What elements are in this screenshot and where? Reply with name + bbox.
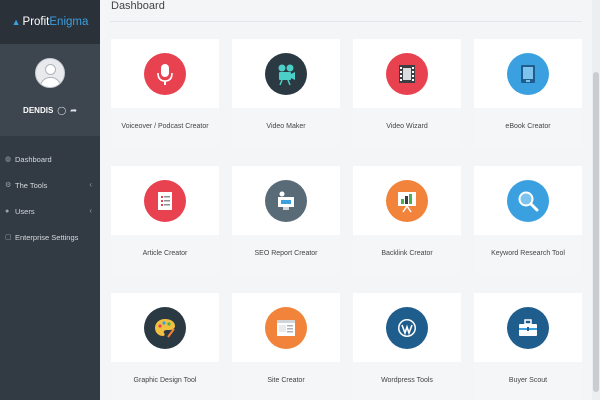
sidebar-item-label: Enterprise Settings <box>15 232 79 242</box>
sidebar-item-label: The Tools <box>15 180 48 190</box>
card-icon-area <box>232 166 340 235</box>
user-row: DENDIS ◯ ➦ <box>0 106 100 115</box>
card-icon-area <box>232 293 340 362</box>
sidebar-item-users[interactable]: ● Users ‹ <box>0 198 100 224</box>
users-icon: ● <box>5 207 10 215</box>
card-label: SEO Report Creator <box>254 250 318 257</box>
tool-card-wordpress[interactable]: Wordpress Tools <box>353 293 461 400</box>
user-panel <box>0 44 100 136</box>
card-label: Keyword Research Tool <box>491 250 565 257</box>
page-title: Dashboard <box>111 0 165 12</box>
tool-card-ebook[interactable]: eBook Creator <box>474 39 582 147</box>
card-icon-area <box>474 166 582 235</box>
chevron-left-icon: ‹ <box>89 180 92 189</box>
browser-window-icon <box>265 307 307 349</box>
sidebar-nav: ◍ Dashboard ⚙ The Tools ‹ ● Users ‹ ▢ En… <box>0 146 100 250</box>
card-label: Buyer Scout <box>508 377 548 384</box>
scrollbar[interactable] <box>592 0 600 400</box>
bulb-icon[interactable]: ◯ <box>57 106 66 115</box>
card-label: Video Maker <box>266 123 306 130</box>
card-label: Voiceover / Podcast Creator <box>121 123 209 130</box>
card-icon-area <box>353 166 461 235</box>
card-icon-area <box>353 39 461 108</box>
avatar-body-shape <box>40 77 61 87</box>
checklist-icon <box>144 180 186 222</box>
card-label: Video Wizard <box>386 123 428 130</box>
tool-card-graphic-design[interactable]: Graphic Design Tool <box>111 293 219 400</box>
card-icon-area <box>353 293 461 362</box>
main-content: Dashboard Voiceover / Podcast Creator Vi… <box>100 0 600 400</box>
flame-icon: ▲ <box>11 17 21 27</box>
ebook-icon <box>507 53 549 95</box>
avatar-head-shape <box>45 64 56 75</box>
sidebar-item-enterprise-settings[interactable]: ▢ Enterprise Settings <box>0 224 100 250</box>
video-camera-icon <box>265 53 307 95</box>
palette-icon <box>144 307 186 349</box>
film-strip-icon <box>386 53 428 95</box>
settings-icon: ▢ <box>5 234 12 241</box>
seo-report-icon <box>265 180 307 222</box>
sidebar: ▲ Profit Enigma DENDIS ◯ ➦ ◍ Dashboard ⚙ … <box>0 0 100 400</box>
title-divider <box>110 21 582 22</box>
logout-icon[interactable]: ➦ <box>70 106 77 115</box>
magnifier-icon <box>507 180 549 222</box>
tool-card-video-maker[interactable]: Video Maker <box>232 39 340 147</box>
card-label: Site Creator <box>267 377 305 384</box>
scrollbar-thumb[interactable] <box>593 72 599 392</box>
sidebar-item-label: Users <box>15 206 35 216</box>
card-label: Wordpress Tools <box>381 377 433 384</box>
card-label: Graphic Design Tool <box>133 377 197 384</box>
tool-card-seo-report[interactable]: SEO Report Creator <box>232 166 340 274</box>
card-icon-area <box>111 39 219 108</box>
brand-name-part2: Enigma <box>49 16 89 28</box>
sidebar-item-label: Dashboard <box>15 154 52 164</box>
briefcase-icon <box>507 307 549 349</box>
tool-card-site-creator[interactable]: Site Creator <box>232 293 340 400</box>
microphone-icon <box>144 53 186 95</box>
chart-board-icon <box>386 180 428 222</box>
tool-card-keyword-research[interactable]: Keyword Research Tool <box>474 166 582 274</box>
sidebar-item-dashboard[interactable]: ◍ Dashboard <box>0 146 100 172</box>
brand-name-part1: Profit <box>22 16 50 28</box>
avatar[interactable] <box>35 58 65 88</box>
brand-logo[interactable]: ▲ Profit Enigma <box>0 0 100 44</box>
tool-card-backlink[interactable]: Backlink Creator <box>353 166 461 274</box>
tool-card-article[interactable]: Article Creator <box>111 166 219 274</box>
card-icon-area <box>111 166 219 235</box>
card-icon-area <box>232 39 340 108</box>
chevron-left-icon: ‹ <box>89 206 92 215</box>
gauge-icon: ◍ <box>5 156 12 163</box>
card-icon-area <box>111 293 219 362</box>
user-name: DENDIS <box>23 106 54 115</box>
card-icon-area <box>474 293 582 362</box>
tool-card-voiceover[interactable]: Voiceover / Podcast Creator <box>111 39 219 147</box>
tools-icon: ⚙ <box>5 182 12 189</box>
tool-card-video-wizard[interactable]: Video Wizard <box>353 39 461 147</box>
tool-card-buyer-scout[interactable]: Buyer Scout <box>474 293 582 400</box>
sidebar-item-the-tools[interactable]: ⚙ The Tools ‹ <box>0 172 100 198</box>
card-icon-area <box>474 39 582 108</box>
card-label: Backlink Creator <box>381 250 433 257</box>
card-label: Article Creator <box>142 250 188 257</box>
wordpress-icon <box>386 307 428 349</box>
card-label: eBook Creator <box>505 123 551 130</box>
